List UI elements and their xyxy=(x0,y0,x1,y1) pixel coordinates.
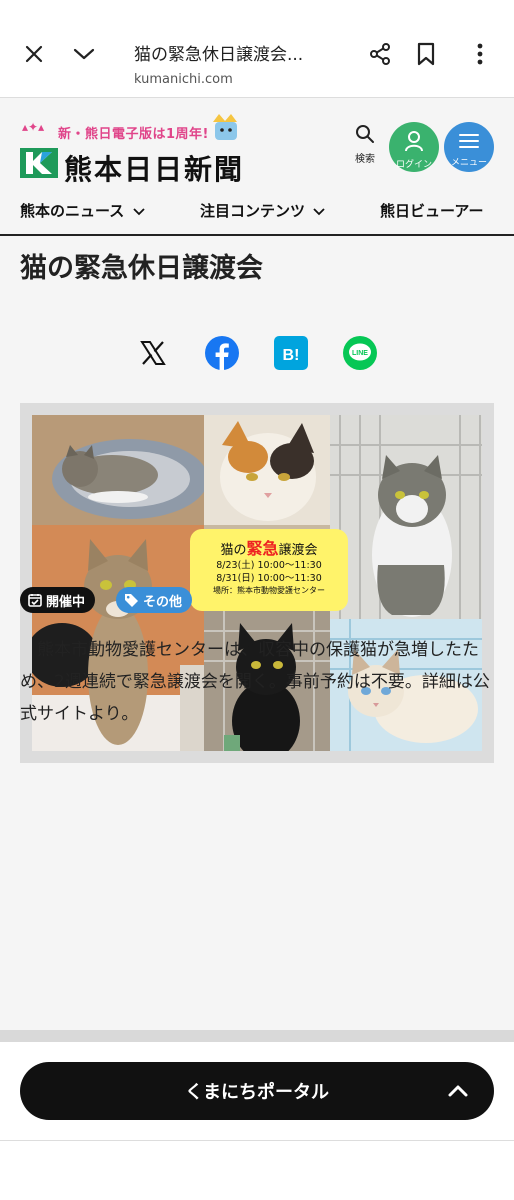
event-location: 場所：熊本市動物愛護センター xyxy=(213,586,325,595)
bottom-divider xyxy=(0,1140,514,1141)
event-date-1: 8/23(土) 10:00～11:30 xyxy=(216,560,322,571)
page-title-tab: 猫の緊急休日譲渡会... xyxy=(134,45,304,65)
search-label: 検索 xyxy=(355,154,375,165)
share-hatena-button[interactable]: B! xyxy=(274,336,308,370)
portal-button[interactable]: くまにちポータル xyxy=(20,1062,494,1120)
search-icon xyxy=(356,125,374,143)
article-content: 猫の緊急休日譲渡会 B! LINE 猫の緊急譲渡会 8/23(土) 10:00～… xyxy=(0,236,514,1030)
page-url: kumanichi.com xyxy=(134,72,233,87)
facebook-icon xyxy=(205,336,239,370)
browser-toolbar: 猫の緊急休日譲渡会... kumanichi.com xyxy=(0,0,514,98)
user-icon xyxy=(405,131,423,152)
mascot-icon xyxy=(213,114,237,140)
tag-icon xyxy=(125,593,138,607)
hatena-bookmark-icon: B! xyxy=(274,336,308,370)
event-date-2: 8/31(日) 10:00～11:30 xyxy=(216,573,322,584)
menu-label: メニュー xyxy=(450,158,487,168)
share-facebook-button[interactable] xyxy=(205,336,239,370)
nav-item-viewer[interactable]: 熊日ビューアー xyxy=(380,200,484,221)
event-title-emphasis: 緊急 xyxy=(246,539,279,558)
nav-item-label: 熊日ビューアー xyxy=(380,202,484,220)
anniversary-banner[interactable]: 新・熊日電子版は1周年! xyxy=(58,123,209,142)
login-button[interactable]: ログイン xyxy=(389,122,439,172)
event-info-sign: 猫の緊急譲渡会 8/23(土) 10:00～11:30 8/31(日) 10:0… xyxy=(190,529,348,611)
article-body: 熊本市動物愛護センターは、収容中の保護猫が急増したため、2週連続で緊急譲渡会を開… xyxy=(20,640,490,724)
search-button[interactable]: 検索 xyxy=(348,124,382,165)
more-vert-icon[interactable] xyxy=(464,38,496,70)
nav-item-featured[interactable]: 注目コンテンツ xyxy=(200,200,325,221)
hamburger-icon xyxy=(459,134,479,148)
category-tag[interactable]: その他 xyxy=(116,587,193,613)
site-logo[interactable]: 熊本日日新聞 xyxy=(64,148,244,188)
login-label: ログイン xyxy=(395,160,432,170)
logo-k-icon[interactable] xyxy=(20,148,58,178)
photo-tabby-white-cat-in-cage xyxy=(330,415,482,619)
chevron-down-icon xyxy=(132,208,145,216)
status-badge-label: 開催中 xyxy=(46,594,86,610)
svg-text:B!: B! xyxy=(283,347,300,364)
menu-button[interactable]: メニュー xyxy=(444,122,494,172)
portal-button-label: くまにちポータル xyxy=(185,1082,329,1103)
share-line-button[interactable]: LINE xyxy=(343,336,377,370)
calendar-check-icon xyxy=(28,594,42,607)
category-nav: 熊本のニュース 注目コンテンツ 熊日ビューアー xyxy=(0,186,514,236)
chevron-down-icon xyxy=(313,208,325,216)
line-icon: LINE xyxy=(343,336,377,370)
bookmark-icon[interactable] xyxy=(410,38,442,70)
status-badge: 開催中 xyxy=(20,587,96,613)
x-logo-icon xyxy=(140,341,166,365)
event-title-part: 譲渡会 xyxy=(278,543,318,558)
event-title-part: 猫の xyxy=(220,543,247,558)
category-tag-label: その他 xyxy=(143,594,183,610)
nav-item-local-news[interactable]: 熊本のニュース xyxy=(20,200,145,221)
nav-item-label: 注目コンテンツ xyxy=(200,202,306,220)
share-x-button[interactable] xyxy=(136,336,170,370)
article-title: 猫の緊急休日譲渡会 xyxy=(20,253,263,284)
chevron-up-icon xyxy=(448,1085,468,1097)
close-icon[interactable] xyxy=(18,38,50,70)
site-header: ▴✦▴ 新・熊日電子版は1周年! 熊本日日新聞 検索 ログイン メニュー xyxy=(0,98,514,186)
event-title: 猫の緊急譲渡会 xyxy=(190,535,348,559)
confetti-decoration: ▴✦▴ xyxy=(22,120,45,134)
photo-tabby-cat-in-bed xyxy=(32,415,208,525)
svg-text:LINE: LINE xyxy=(352,350,368,357)
share-icon[interactable] xyxy=(364,38,396,70)
section-divider xyxy=(0,1030,514,1042)
photo-calico-cat xyxy=(204,415,330,525)
chevron-down-icon[interactable] xyxy=(68,38,100,70)
nav-item-label: 熊本のニュース xyxy=(20,202,125,220)
